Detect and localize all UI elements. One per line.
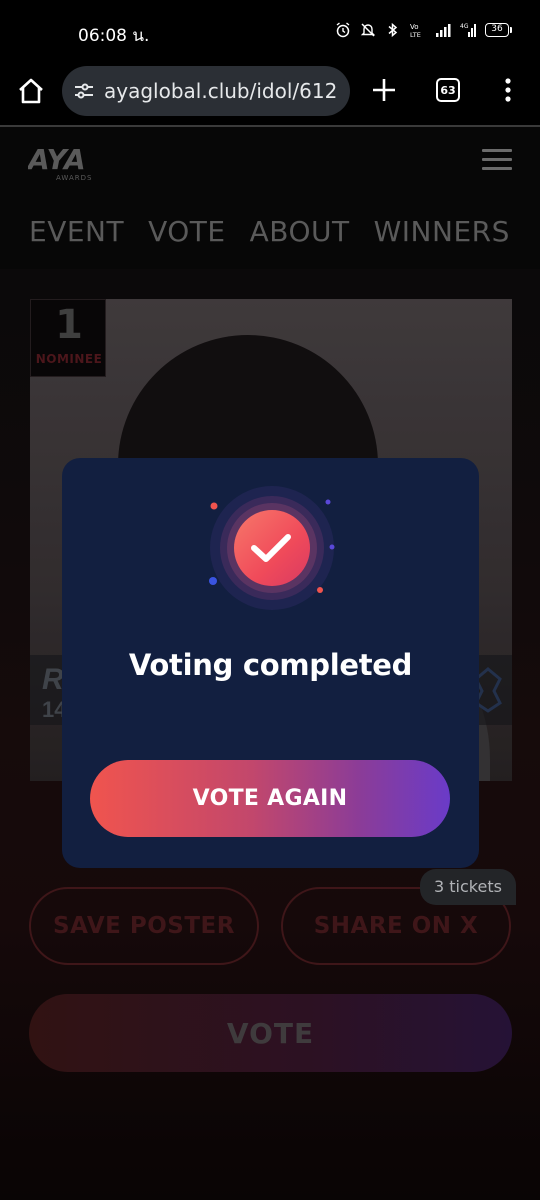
site-nav: EVENT VOTE ABOUT WINNERS [29, 215, 510, 248]
mute-icon [360, 22, 376, 38]
more-menu-icon[interactable] [496, 76, 520, 104]
battery-icon: 36 [485, 23, 512, 37]
nav-winners[interactable]: WINNERS [374, 215, 510, 248]
volte-icon: Vo LTE [410, 22, 426, 38]
nav-vote[interactable]: VOTE [148, 215, 226, 248]
site-header: AYA AWARDS EVENT VOTE ABOUT WINNERS [0, 127, 540, 269]
aya-awards-logo[interactable]: AYA AWARDS [26, 143, 108, 183]
status-icons: Vo LTE 4G 36 [335, 22, 512, 38]
svg-text:4G: 4G [460, 23, 469, 30]
browser-toolbar: ayaglobal.club/idol/612 63 [0, 64, 540, 126]
home-icon[interactable] [16, 76, 46, 106]
site-settings-icon[interactable] [72, 79, 96, 103]
success-check-icon [202, 484, 338, 620]
tabs-icon[interactable]: 63 [436, 78, 460, 102]
nav-about[interactable]: ABOUT [250, 215, 350, 248]
hamburger-menu-icon[interactable] [482, 149, 512, 173]
new-tab-icon[interactable] [370, 76, 398, 104]
alarm-icon [335, 22, 351, 38]
tab-count: 63 [440, 83, 456, 97]
svg-text:LTE: LTE [410, 31, 421, 38]
4g-signal-icon: 4G [460, 22, 476, 38]
voting-completed-dialog: Voting completed VOTE AGAIN [62, 458, 479, 868]
signal-icon [435, 22, 451, 38]
dialog-title: Voting completed [128, 648, 413, 682]
address-bar[interactable]: ayaglobal.club/idol/612 [62, 66, 350, 116]
battery-level: 36 [485, 23, 509, 37]
svg-text:AWARDS: AWARDS [56, 174, 92, 182]
nav-event[interactable]: EVENT [29, 215, 124, 248]
url-text[interactable]: ayaglobal.club/idol/612 [104, 79, 337, 103]
status-time: 06:08 น. [78, 26, 150, 46]
svg-text:Vo: Vo [410, 23, 419, 31]
svg-text:AYA: AYA [28, 143, 86, 176]
vote-again-button[interactable]: VOTE AGAIN [90, 760, 450, 837]
status-bar: 06:08 น. Vo LTE 4G 36 [0, 0, 540, 64]
bluetooth-icon [385, 22, 401, 38]
